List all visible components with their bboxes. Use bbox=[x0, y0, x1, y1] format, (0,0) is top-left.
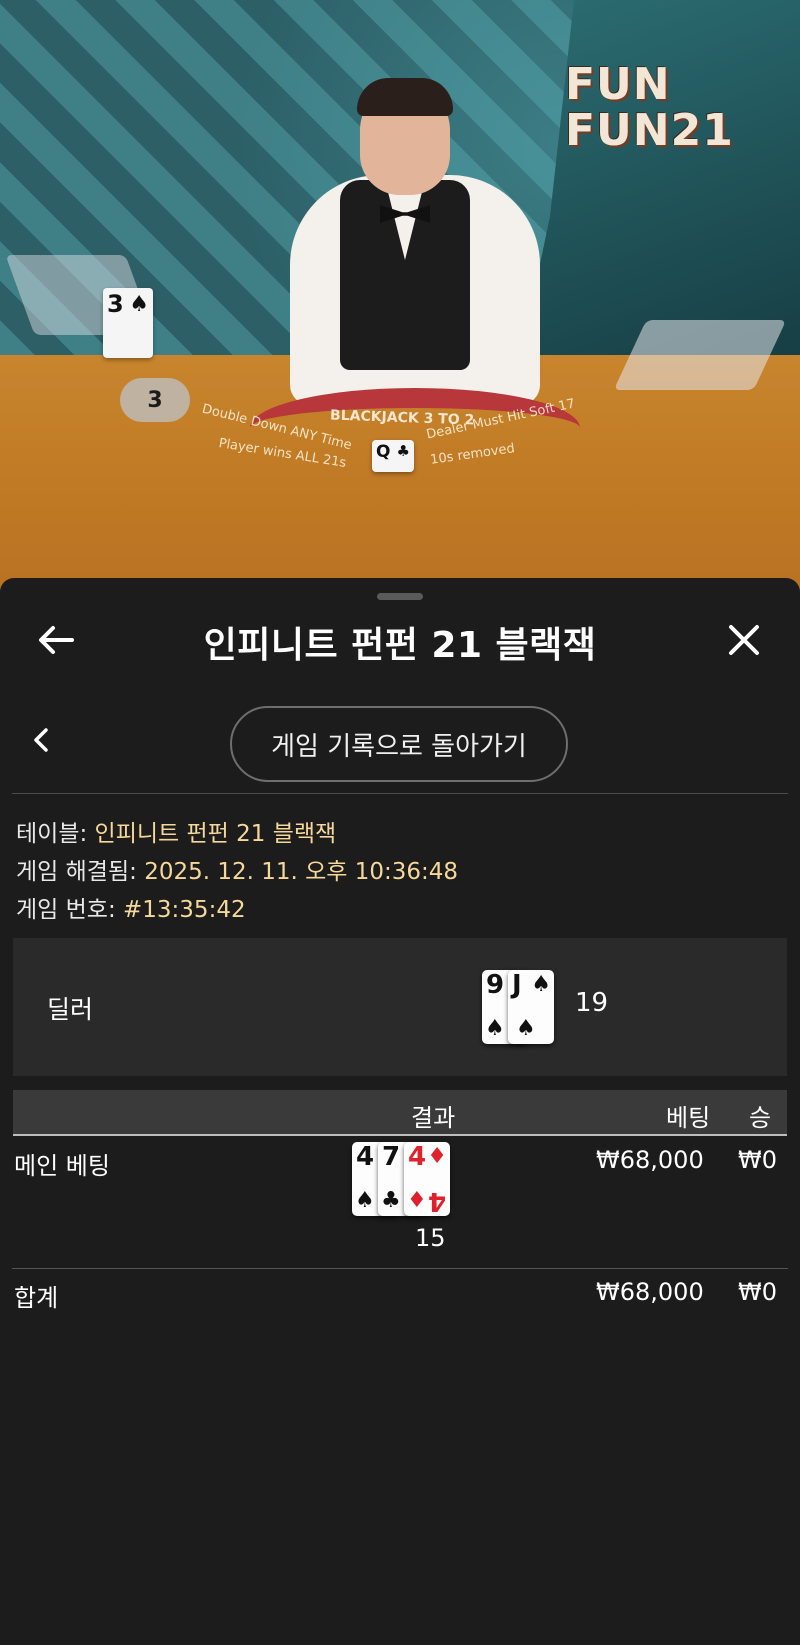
column-win: 승 bbox=[749, 1104, 772, 1132]
dealer-score: 19 bbox=[575, 988, 609, 1018]
back-button[interactable] bbox=[32, 616, 80, 664]
discard-top-card: 3 ♠ bbox=[103, 288, 153, 358]
dealer-hand-box: 딜러 9 ♠ J ♠ ♠ 19 bbox=[13, 938, 787, 1076]
spade-icon: ♠ bbox=[516, 1016, 536, 1041]
row-bet-amount: ₩68,000 bbox=[596, 1146, 704, 1174]
spade-icon: ♠ bbox=[355, 1188, 375, 1213]
spade-icon: ♠ bbox=[485, 1016, 505, 1041]
card-rank: J bbox=[512, 970, 522, 1000]
card-rank: 9 bbox=[486, 970, 505, 1000]
column-bet: 베팅 bbox=[666, 1104, 711, 1132]
spade-icon: ♠ bbox=[531, 972, 551, 997]
info-resolved-value: 2025. 12. 11. 오후 10:36:48 bbox=[144, 859, 459, 885]
logo-line-1: FUN bbox=[565, 59, 671, 110]
section-divider bbox=[12, 793, 788, 794]
bets-table-header: 결과 베팅 승 bbox=[13, 1090, 787, 1136]
live-video-stream: FUN FUN21 BLACKJACK 3 TO 2 Double Down A… bbox=[0, 0, 800, 600]
sheet-drag-handle[interactable] bbox=[377, 593, 423, 600]
close-icon bbox=[729, 625, 759, 655]
card-rank: 4 bbox=[408, 1142, 427, 1172]
game-history-sheet: 인피니트 펀펀 21 블랙잭 게임 기록으로 돌아가기 테이블: 인피니트 펀펀… bbox=[0, 578, 800, 1645]
back-to-history-button[interactable]: 게임 기록으로 돌아가기 bbox=[230, 706, 568, 782]
column-result: 결과 bbox=[411, 1104, 456, 1132]
card-rank-inverted: 4 bbox=[427, 1186, 446, 1216]
info-resolved-row: 게임 해결됨: 2025. 12. 11. 오후 10:36:48 bbox=[16, 852, 458, 886]
previous-chevron-button[interactable] bbox=[22, 720, 62, 764]
player-score: 15 bbox=[415, 1224, 446, 1252]
total-divider bbox=[12, 1268, 788, 1269]
card-rank: 7 bbox=[382, 1142, 401, 1172]
spade-icon: ♠ bbox=[129, 292, 149, 317]
sheet-title: 인피니트 펀펀 21 블랙잭 bbox=[203, 625, 597, 666]
shoe-count-badge: 3 bbox=[120, 378, 190, 422]
info-table-label: 테이블: bbox=[16, 821, 88, 847]
dealer-card-2: J ♠ ♠ bbox=[508, 970, 554, 1044]
info-resolved-label: 게임 해결됨: bbox=[16, 859, 137, 885]
diamond-icon: ♦ bbox=[427, 1144, 447, 1169]
arrow-left-icon bbox=[39, 626, 74, 654]
dealer-felt-card-rank: Q bbox=[376, 442, 391, 462]
player-card-3: 4 ♦ ♦ 4 bbox=[404, 1142, 450, 1216]
total-bet-amount: ₩68,000 bbox=[596, 1278, 704, 1306]
dealer-label: 딜러 bbox=[47, 995, 94, 1024]
info-number-row: 게임 번호: #13:35:42 bbox=[16, 890, 246, 924]
diamond-icon: ♦ bbox=[407, 1188, 427, 1213]
row-win-amount: ₩0 bbox=[738, 1146, 777, 1174]
info-table-row: 테이블: 인피니트 펀펀 21 블랙잭 bbox=[16, 814, 336, 848]
dealer-cards: 9 ♠ J ♠ ♠ bbox=[482, 970, 554, 1044]
info-table-value: 인피니트 펀펀 21 블랙잭 bbox=[94, 821, 337, 847]
logo-line-2: FUN21 bbox=[565, 105, 734, 156]
dealer-hair bbox=[357, 78, 453, 116]
discard-card-rank: 3 bbox=[107, 290, 124, 318]
total-label: 합계 bbox=[14, 1284, 59, 1312]
player-cards: 4 ♠ 7 ♣ 4 ♦ ♦ 4 bbox=[352, 1142, 450, 1216]
close-button[interactable] bbox=[720, 616, 768, 664]
game-logo: FUN FUN21 bbox=[565, 62, 765, 154]
info-number-label: 게임 번호: bbox=[16, 897, 116, 923]
card-rank: 4 bbox=[356, 1142, 375, 1172]
club-icon: ♣ bbox=[381, 1188, 401, 1213]
chevron-left-icon bbox=[34, 728, 48, 752]
total-win-amount: ₩0 bbox=[738, 1278, 777, 1306]
info-number-value: #13:35:42 bbox=[123, 897, 246, 923]
club-icon: ♣ bbox=[396, 442, 410, 460]
row-label-main-bet: 메인 베팅 bbox=[14, 1152, 110, 1180]
dealer-felt-card: Q ♣ bbox=[372, 440, 414, 472]
